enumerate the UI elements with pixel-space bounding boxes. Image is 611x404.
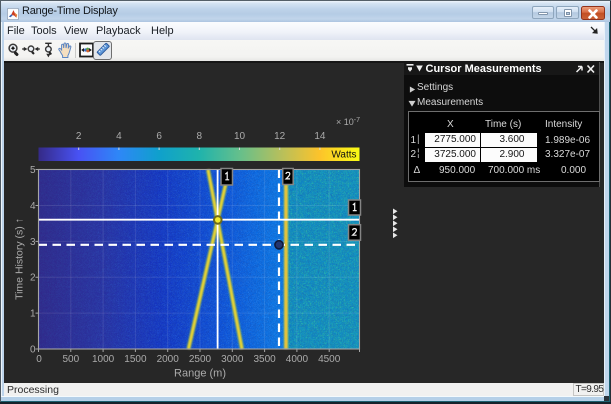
svg-text:1: 1 xyxy=(30,309,36,320)
svg-text:3500: 3500 xyxy=(253,354,276,365)
svg-text:0: 0 xyxy=(30,345,36,356)
svg-text:2000: 2000 xyxy=(157,354,180,365)
svg-text:3000: 3000 xyxy=(221,354,244,365)
svg-text:4: 4 xyxy=(30,201,36,212)
svg-text:8: 8 xyxy=(197,131,203,142)
svg-text:1000: 1000 xyxy=(92,354,115,365)
svg-text:0: 0 xyxy=(36,354,42,365)
svg-text:× 10-7: × 10-7 xyxy=(336,117,360,128)
svg-text:14: 14 xyxy=(314,131,326,142)
svg-text:4500: 4500 xyxy=(318,354,341,365)
svg-text:3: 3 xyxy=(30,237,36,248)
svg-text:Time History (s) ↑: Time History (s) ↑ xyxy=(14,218,26,300)
svg-text:2500: 2500 xyxy=(189,354,212,365)
svg-text:500: 500 xyxy=(62,354,79,365)
svg-text:2: 2 xyxy=(30,273,36,284)
svg-text:10: 10 xyxy=(234,131,246,142)
svg-text:4: 4 xyxy=(116,131,122,142)
svg-text:6: 6 xyxy=(156,131,162,142)
svg-text:2: 2 xyxy=(76,131,82,142)
svg-text:12: 12 xyxy=(274,131,286,142)
svg-text:Watts: Watts xyxy=(331,150,356,161)
svg-text:Range (m): Range (m) xyxy=(174,368,226,380)
svg-text:5: 5 xyxy=(30,165,36,176)
svg-text:4000: 4000 xyxy=(286,354,309,365)
svg-text:1500: 1500 xyxy=(124,354,147,365)
